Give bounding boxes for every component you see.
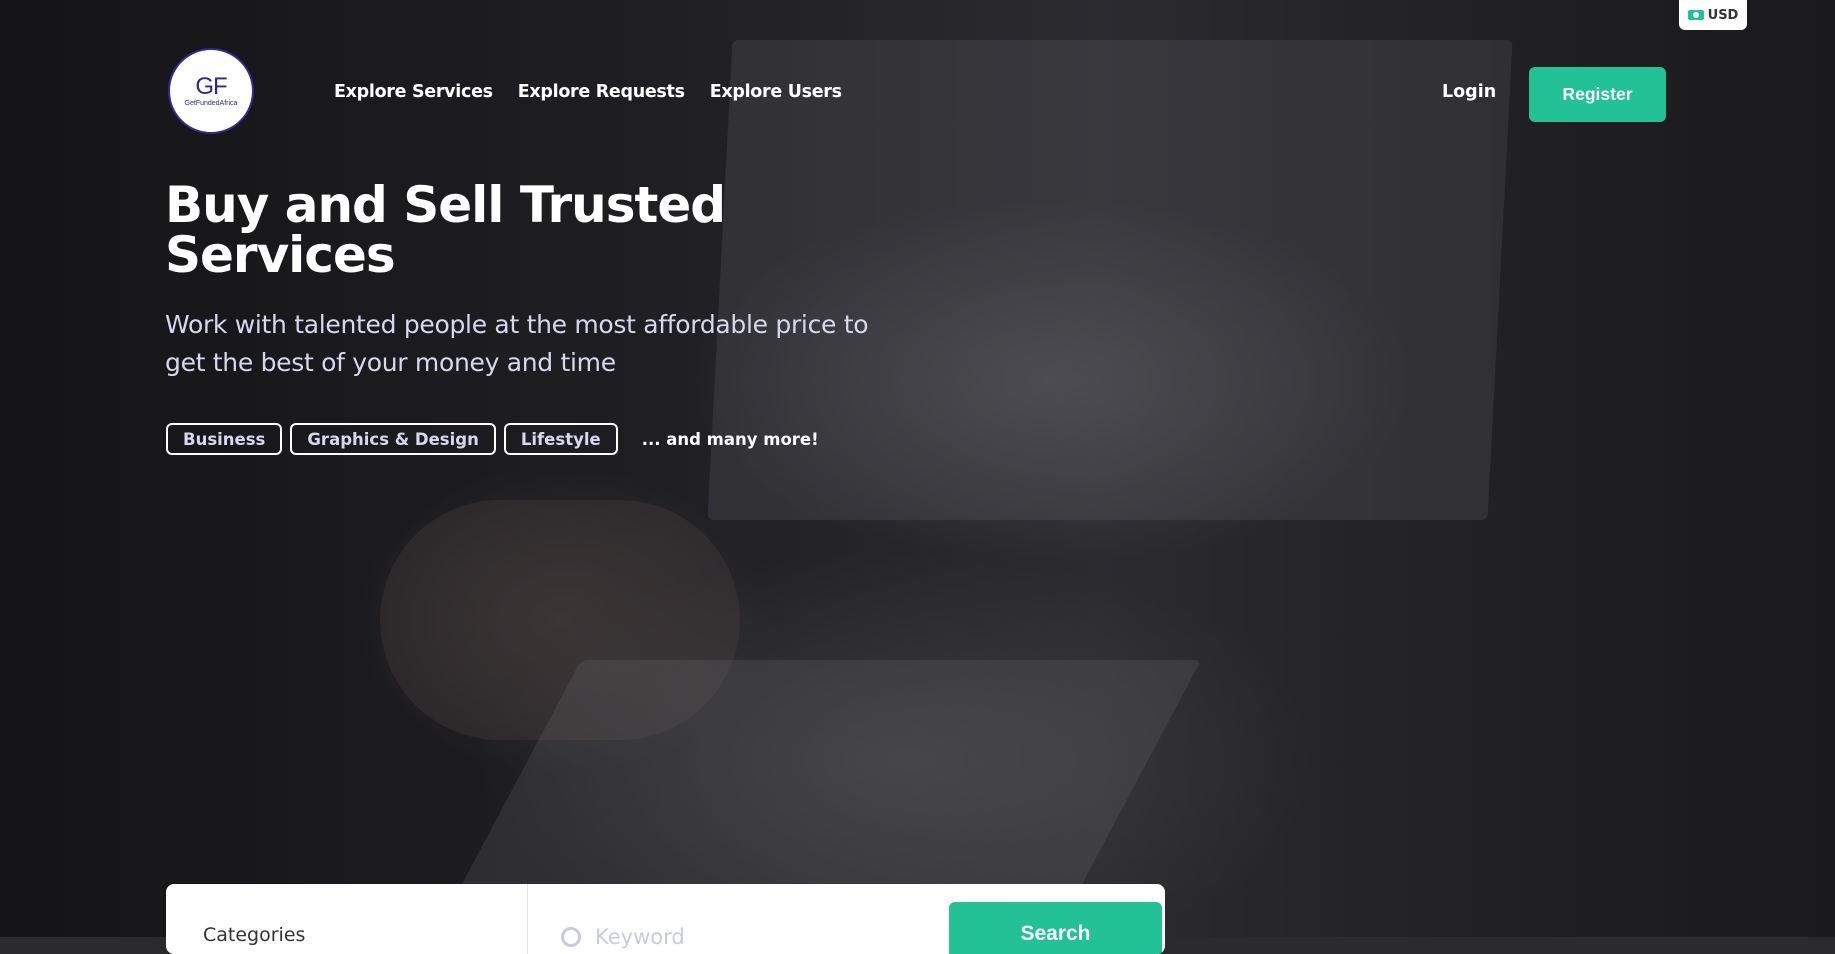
logo-subtitle: GetFundedAfrica [184,99,238,107]
currency-label: USD [1707,7,1739,23]
hero-background [0,0,1835,937]
login-link[interactable]: Login [1442,82,1496,102]
hero-title: Buy and Sell Trusted Services [165,176,726,284]
nav-explore-requests[interactable]: Explore Requests [518,82,685,102]
tag-lifestyle[interactable]: Lifestyle [503,423,618,455]
register-button[interactable]: Register [1529,67,1666,122]
site-logo[interactable]: GF GetFundedAfrica [168,48,254,134]
category-select-label: Categories [203,924,306,946]
category-select[interactable]: Categories [166,884,528,954]
category-tags: Business Graphics & Design Lifestyle ...… [166,423,819,455]
logo-mark: GF [195,72,227,100]
tag-business[interactable]: Business [166,423,283,455]
keyword-input[interactable] [593,924,917,950]
hero-overlay [0,0,1835,937]
search-icon [561,927,581,947]
money-icon [1687,10,1704,20]
nav-explore-users[interactable]: Explore Users [710,82,842,102]
tag-graphics-design[interactable]: Graphics & Design [290,423,496,455]
search-button[interactable]: Search [949,902,1162,954]
nav-explore-services[interactable]: Explore Services [334,82,493,102]
main-nav: Explore Services Explore Requests Explor… [334,82,842,102]
hero-subtitle: Work with talented people at the most af… [165,310,869,377]
currency-selector[interactable]: USD [1679,0,1747,30]
search-bar: Categories Search [166,884,1165,954]
more-categories-text: ... and many more! [641,429,819,449]
